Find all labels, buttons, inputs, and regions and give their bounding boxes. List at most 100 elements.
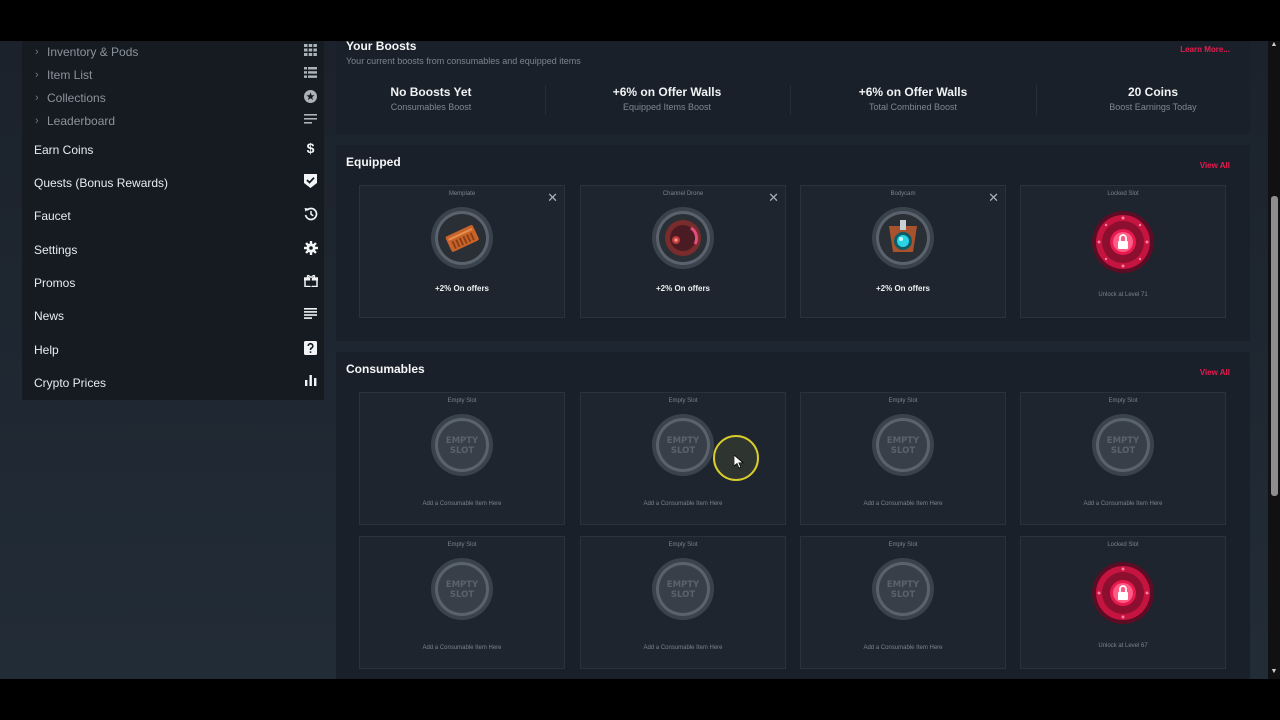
card-hint: Add a Consumable Item Here — [422, 501, 502, 507]
sidebar-item-help[interactable]: Help — [22, 333, 324, 366]
mouse-cursor-icon — [734, 455, 744, 469]
stat-divider — [545, 85, 546, 115]
sidebar-item-label: Promos — [34, 276, 76, 290]
shield-check-icon — [303, 174, 318, 189]
sidebar-item-news[interactable]: News — [22, 299, 324, 332]
close-icon[interactable]: ✕ — [547, 190, 558, 206]
consumable-card-empty-slot[interactable]: Empty Slot EMPTY SLOT Add a Consumable Item… — [580, 536, 786, 669]
stat-divider — [1036, 85, 1037, 115]
drone-icon — [652, 207, 714, 269]
question-icon — [303, 341, 318, 356]
sidebar-item-label: News — [34, 309, 65, 323]
card-name: Empty Slot — [888, 398, 918, 404]
equipped-card-bodycam[interactable]: Bodycam ✕ +2% On offers — [800, 185, 1006, 318]
stat-divider — [790, 85, 791, 115]
card-hint: Add a Consumable Item Here — [863, 501, 943, 507]
empty-slot-icon: EMPTY SLOT — [652, 558, 714, 620]
consumables-title: Consumables — [346, 362, 425, 376]
card-bonus: +2% On offers — [875, 284, 930, 293]
stat-label: Equipped Items Boost — [622, 102, 712, 112]
equipped-card-memplate[interactable]: Memplate ✕ +2% On offers — [359, 185, 565, 318]
chevron-right-icon: › — [35, 115, 39, 127]
empty-slot-icon: EMPTY SLOT — [431, 414, 493, 476]
card-name: Channel Drone — [662, 191, 704, 197]
boosts-title: Your Boosts — [346, 41, 417, 53]
card-hint: Add a Consumable Item Here — [1083, 501, 1163, 507]
svg-text:EMPTYSLOT: EMPTY SLOT — [1107, 436, 1140, 456]
empty-slot-icon: EMPTY SLOT — [1092, 414, 1154, 476]
lock-icon — [1092, 562, 1154, 624]
equipped-title: Equipped — [346, 155, 401, 169]
page-viewport: › Inventory & Pods › Item List › Collect… — [0, 41, 1280, 679]
close-icon[interactable]: ✕ — [988, 190, 999, 206]
card-name: Empty Slot — [888, 542, 918, 548]
card-name: Memplate — [448, 191, 476, 197]
sidebar-item-quests[interactable]: Quests (Bonus Rewards) — [22, 166, 324, 199]
grid-icon — [303, 44, 317, 58]
card-name: Empty Slot — [447, 542, 477, 548]
chevron-right-icon: › — [35, 92, 39, 104]
consumable-card-empty-slot[interactable]: Empty Slot EMPTY SLOT Add a Consumable Item… — [800, 392, 1006, 525]
stat-label: Consumables Boost — [390, 102, 472, 112]
scrollbar[interactable]: ▲ ▼ — [1268, 41, 1280, 679]
gift-icon — [303, 274, 318, 289]
stat-total-boost: +6% on Offer Walls Total Combined Boost — [798, 85, 1028, 112]
equipped-panel: Equipped View All Memplate ✕ +2% On offe… — [336, 145, 1250, 341]
svg-text:EMPTYSLOT: EMPTY SLOT — [667, 436, 700, 456]
consumable-card-empty-slot[interactable]: Empty Slot EMPTY SLOT Add a Consumable Item… — [359, 392, 565, 525]
sidebar-item-collections[interactable]: › Collections — [22, 87, 324, 110]
card-bonus: +2% On offers — [434, 284, 489, 293]
equipped-card-channel-drone[interactable]: Channel Drone ✕ +2% On offers — [580, 185, 786, 318]
scrollbar-thumb[interactable] — [1271, 196, 1278, 496]
sidebar: › Inventory & Pods › Item List › Collect… — [22, 41, 324, 400]
card-name: Locked Slot — [1107, 542, 1139, 548]
consumable-card-empty-slot[interactable]: Empty Slot EMPTY SLOT Add a Consumable Item… — [800, 536, 1006, 669]
list-icon — [303, 67, 317, 81]
screen-frame: › Inventory & Pods › Item List › Collect… — [0, 0, 1280, 720]
sidebar-item-crypto-prices[interactable]: Crypto Prices — [22, 366, 324, 399]
sidebar-item-label: Leaderboard — [47, 114, 116, 128]
stat-boost-earnings: 20 Coins Boost Earnings Today — [1038, 85, 1268, 112]
sidebar-item-label: Faucet — [34, 209, 71, 223]
sidebar-item-label: Settings — [34, 243, 78, 257]
consumables-view-all-link[interactable]: View All — [1200, 368, 1230, 377]
scroll-down-arrow[interactable]: ▼ — [1270, 668, 1278, 675]
equipped-card-locked-slot: Locked Slot Unlock at Level 71 — [1020, 185, 1226, 318]
learn-more-link[interactable]: Learn More... — [1180, 45, 1230, 54]
sidebar-item-label: Quests (Bonus Rewards) — [34, 176, 169, 190]
stat-value: No Boosts Yet — [390, 85, 472, 99]
sidebar-item-faucet[interactable]: Faucet — [22, 199, 324, 232]
consumable-card-locked-slot: Locked Slot Unlock at Level 67 — [1020, 536, 1226, 669]
stat-label: Total Combined Boost — [868, 102, 958, 112]
equipped-view-all-link[interactable]: View All — [1200, 161, 1230, 170]
sidebar-item-label: Help — [34, 343, 59, 357]
chevron-right-icon: › — [35, 46, 39, 58]
sidebar-item-inventory-pods[interactable]: › Inventory & Pods — [22, 41, 324, 64]
sidebar-item-label: Collections — [47, 91, 106, 105]
boosts-panel: Your Boosts Your current boosts from con… — [336, 41, 1250, 134]
stat-equipped-boost: +6% on Offer Walls Equipped Items Boost — [552, 85, 782, 112]
card-hint: Add a Consumable Item Here — [643, 501, 723, 507]
stat-label: Boost Earnings Today — [1109, 102, 1197, 112]
stat-consumables-boost: No Boosts Yet Consumables Boost — [316, 85, 546, 112]
dollar-icon: $ — [306, 140, 315, 156]
scroll-up-arrow[interactable]: ▲ — [1270, 41, 1278, 48]
star-circle-icon — [303, 90, 317, 104]
sidebar-item-earn-coins[interactable]: Earn Coins $ — [22, 133, 324, 166]
sidebar-item-settings[interactable]: Settings — [22, 233, 324, 266]
card-name: Empty Slot — [1108, 398, 1138, 404]
sidebar-item-promos[interactable]: Promos — [22, 266, 324, 299]
bodycam-icon — [872, 207, 934, 269]
sidebar-item-item-list[interactable]: › Item List — [22, 64, 324, 87]
boosts-subtitle: Your current boosts from consumables and… — [346, 56, 581, 66]
svg-text:EMPTYSLOT: EMPTY SLOT — [667, 580, 700, 600]
sidebar-item-leaderboard[interactable]: › Leaderboard — [22, 110, 324, 133]
consumable-card-empty-slot[interactable]: Empty Slot EMPTY SLOT Add a Consumable Item… — [1020, 392, 1226, 525]
sidebar-item-label: Inventory & Pods — [47, 45, 139, 59]
stat-value: 20 Coins — [1127, 85, 1178, 99]
empty-slot-icon: EMPTY SLOT — [872, 414, 934, 476]
news-lines-icon — [303, 307, 318, 322]
consumable-card-empty-slot[interactable]: Empty Slot EMPTY SLOT Add a Consumable Item… — [359, 536, 565, 669]
card-name: Locked Slot — [1107, 191, 1139, 197]
close-icon[interactable]: ✕ — [768, 190, 779, 206]
